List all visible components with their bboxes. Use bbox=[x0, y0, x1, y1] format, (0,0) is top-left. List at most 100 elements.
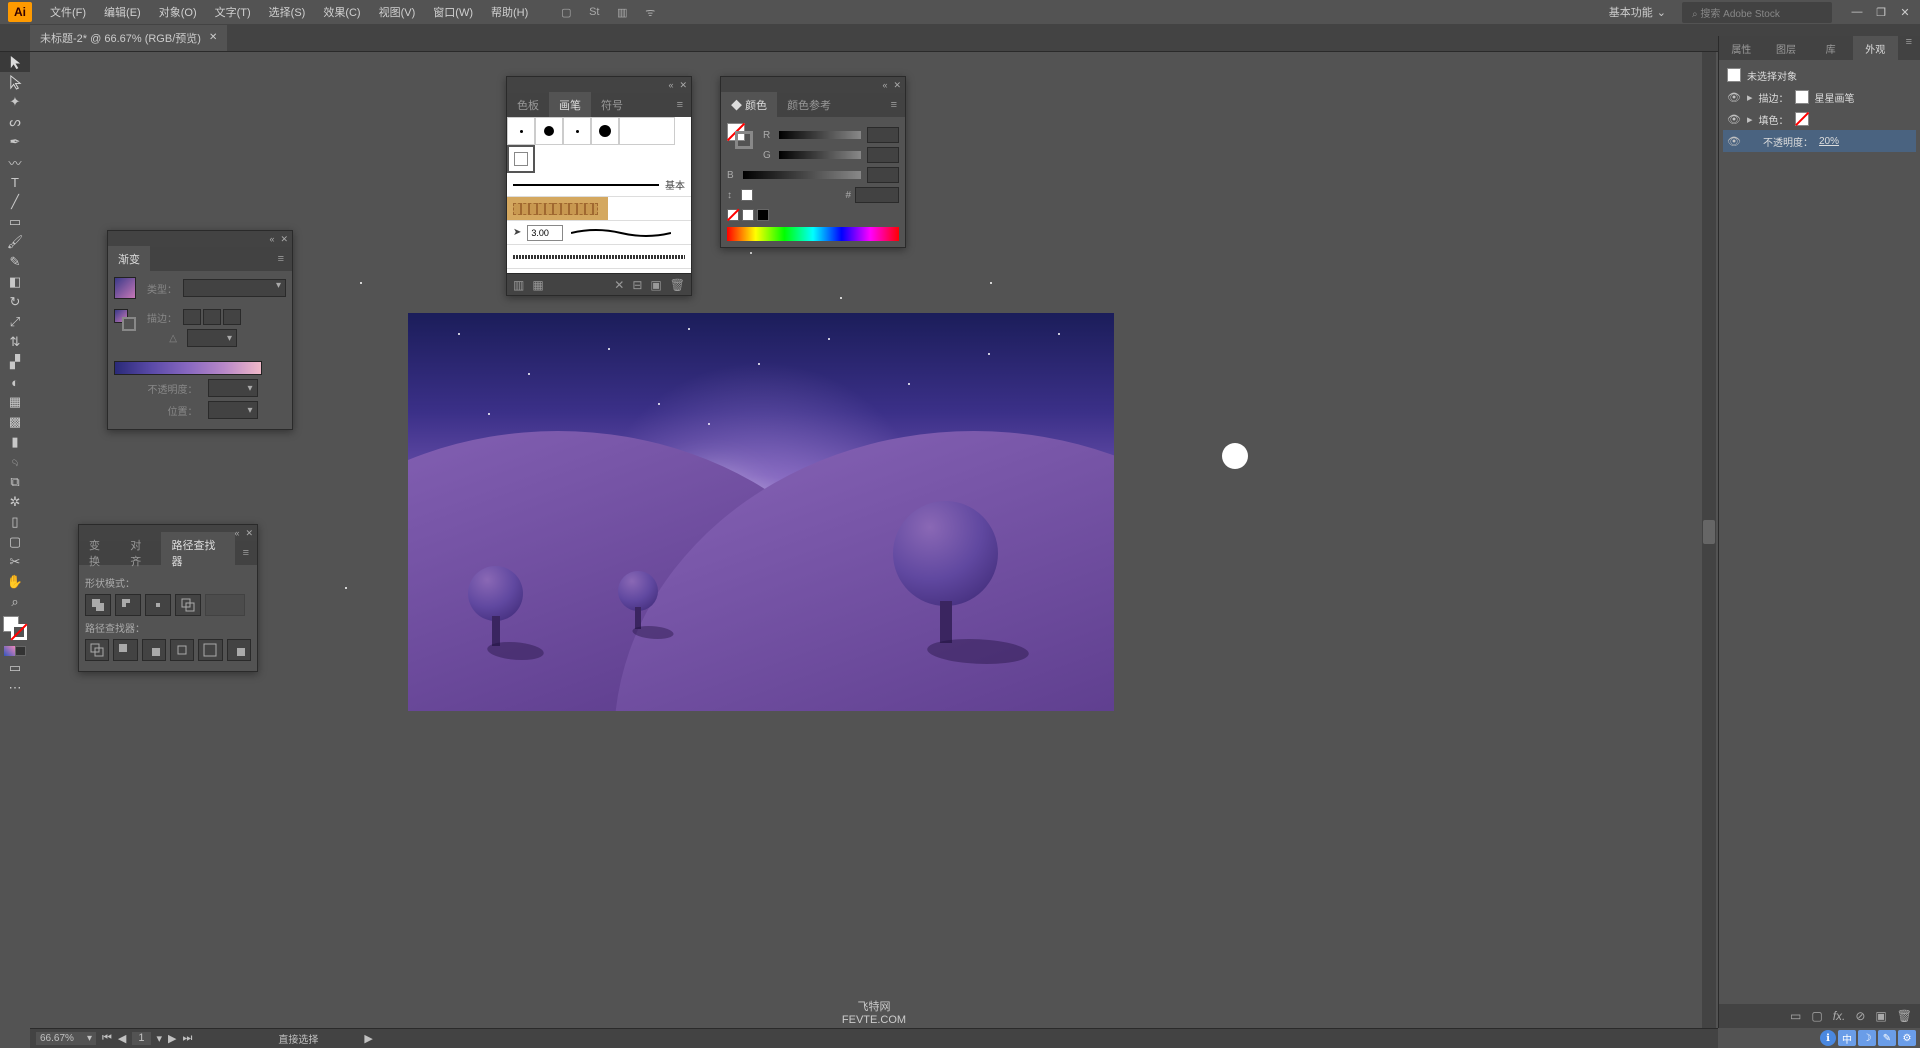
tab-swatches[interactable]: 色板 bbox=[507, 92, 549, 118]
brush-tip[interactable] bbox=[507, 117, 535, 145]
shape-builder-tool[interactable]: ◐ bbox=[0, 372, 30, 392]
collapse-icon[interactable]: « bbox=[234, 528, 239, 538]
tab-properties[interactable]: 属性 bbox=[1719, 36, 1764, 60]
none-swatch[interactable] bbox=[727, 209, 739, 221]
brush-tip[interactable] bbox=[563, 117, 591, 145]
r-slider[interactable] bbox=[779, 131, 861, 139]
divide-button[interactable] bbox=[85, 639, 109, 661]
close-icon[interactable]: ✕ bbox=[245, 528, 253, 539]
spectrum[interactable] bbox=[727, 227, 899, 241]
direct-selection-tool[interactable] bbox=[0, 72, 30, 92]
menu-edit[interactable]: 编辑(E) bbox=[96, 1, 149, 23]
intersect-button[interactable] bbox=[145, 594, 171, 616]
menu-window[interactable]: 窗口(W) bbox=[425, 1, 481, 23]
curvature-tool[interactable]: 〰 bbox=[0, 152, 30, 172]
page-dropdown-icon[interactable]: ▾ bbox=[157, 1032, 163, 1045]
gradient-type-select[interactable]: ▾ bbox=[183, 279, 286, 297]
angle-input[interactable]: ▾ bbox=[187, 329, 237, 347]
delete-icon[interactable]: 🗑 bbox=[1897, 1009, 1912, 1023]
brush-tip-selected[interactable] bbox=[507, 145, 535, 173]
offscreen-circle[interactable] bbox=[1222, 443, 1248, 469]
crop-button[interactable] bbox=[170, 639, 194, 661]
gradient-slider[interactable] bbox=[114, 361, 262, 375]
free-transform-tool[interactable]: ▞ bbox=[0, 352, 30, 372]
tray-icon[interactable]: ℹ bbox=[1820, 1030, 1836, 1046]
g-slider[interactable] bbox=[779, 151, 861, 159]
unite-button[interactable] bbox=[85, 594, 111, 616]
menu-help[interactable]: 帮助(H) bbox=[483, 1, 536, 23]
delete-icon[interactable]: 🗑 bbox=[670, 278, 685, 292]
trim-button[interactable] bbox=[113, 639, 137, 661]
arrange-icon[interactable]: ▥ bbox=[614, 4, 630, 20]
search-input[interactable]: ⌕ 搜索 Adobe Stock bbox=[1682, 2, 1832, 23]
library-icon[interactable]: ▥ bbox=[513, 278, 524, 292]
gradient-preview[interactable] bbox=[114, 277, 136, 299]
zoom-tool[interactable]: ⌕ bbox=[0, 592, 30, 612]
first-page-icon[interactable]: ⏮ bbox=[102, 1032, 112, 1045]
b-value[interactable] bbox=[867, 167, 899, 183]
brush-size-input[interactable] bbox=[527, 225, 563, 241]
tab-pathfinder[interactable]: 路径查找器 bbox=[161, 532, 234, 574]
edit-toolbar-icon[interactable]: ⋯ bbox=[0, 678, 30, 698]
collapse-icon[interactable]: « bbox=[668, 80, 673, 90]
opacity-value[interactable]: 20% bbox=[1819, 136, 1839, 147]
magic-wand-tool[interactable]: ✦ bbox=[0, 92, 30, 112]
minus-back-button[interactable] bbox=[227, 639, 251, 661]
opacity-input[interactable]: ▾ bbox=[208, 379, 258, 397]
screen-mode-tool[interactable]: ▭ bbox=[0, 658, 30, 678]
color-fill-stroke[interactable] bbox=[727, 123, 753, 149]
close-icon[interactable]: ✕ bbox=[679, 80, 687, 91]
page-input[interactable]: 1 bbox=[132, 1032, 150, 1045]
gradient-panel[interactable]: « ✕ 渐变 ≡ 类型： ▾ 描边： bbox=[107, 230, 293, 430]
tab-close-icon[interactable]: ✕ bbox=[209, 32, 217, 43]
clear-icon[interactable]: ⊘ bbox=[1855, 1009, 1865, 1023]
document-tab[interactable]: 未标题-2* @ 66.67% (RGB/预览) ✕ bbox=[30, 25, 227, 51]
tab-layers[interactable]: 图层 bbox=[1764, 36, 1809, 60]
visibility-toggle[interactable]: 👁 bbox=[1727, 90, 1741, 104]
last-page-icon[interactable]: ⏭ bbox=[183, 1032, 193, 1045]
perspective-tool[interactable]: ▦ bbox=[0, 392, 30, 412]
panel-menu-icon[interactable]: ≡ bbox=[669, 99, 691, 111]
collapse-icon[interactable]: « bbox=[269, 234, 274, 244]
stroke-swatch[interactable] bbox=[11, 624, 27, 640]
symbol-sprayer-tool[interactable]: ✲ bbox=[0, 492, 30, 512]
position-input[interactable]: ▾ bbox=[208, 401, 258, 419]
tray-icon[interactable]: ✎ bbox=[1878, 1030, 1896, 1046]
hex-input[interactable] bbox=[855, 187, 899, 203]
lasso-tool[interactable]: ᔕ bbox=[0, 112, 30, 132]
panel-titlebar[interactable]: « ✕ bbox=[507, 77, 691, 93]
tab-appearance[interactable]: 外观 bbox=[1853, 36, 1898, 60]
menu-object[interactable]: 对象(O) bbox=[151, 1, 205, 23]
workspace-switcher[interactable]: 基本功能 ⌄ bbox=[1601, 2, 1674, 22]
pen-tool[interactable]: ✒ bbox=[0, 132, 30, 152]
color-swatch[interactable] bbox=[741, 189, 753, 201]
exclude-button[interactable] bbox=[175, 594, 201, 616]
zoom-select[interactable]: 66.67%▾ bbox=[36, 1032, 96, 1045]
blend-tool[interactable]: ⧉ bbox=[0, 472, 30, 492]
g-value[interactable] bbox=[867, 147, 899, 163]
tab-align[interactable]: 对齐 bbox=[120, 532, 161, 574]
menu-type[interactable]: 文字(T) bbox=[207, 1, 259, 23]
brush-options-icon[interactable]: ⊟ bbox=[632, 278, 642, 292]
duplicate-icon[interactable]: ▣ bbox=[1875, 1009, 1886, 1023]
remove-stroke-icon[interactable]: ✕ bbox=[614, 278, 624, 292]
menu-file[interactable]: 文件(F) bbox=[42, 1, 94, 23]
panel-menu-icon[interactable]: ≡ bbox=[883, 99, 905, 111]
panel-menu-icon[interactable]: ≡ bbox=[235, 547, 257, 559]
collapse-icon[interactable]: « bbox=[882, 80, 887, 90]
brush-tip[interactable] bbox=[535, 117, 563, 145]
brush-tip[interactable] bbox=[591, 117, 619, 145]
minus-front-button[interactable] bbox=[115, 594, 141, 616]
rectangle-tool[interactable]: ▭ bbox=[0, 212, 30, 232]
merge-button[interactable] bbox=[142, 639, 166, 661]
tray-icon[interactable]: ☽ bbox=[1858, 1030, 1876, 1046]
bridge-icon[interactable]: ▢ bbox=[558, 4, 574, 20]
shaper-tool[interactable]: ✎ bbox=[0, 252, 30, 272]
new-fill-icon[interactable]: ▢ bbox=[1811, 1009, 1822, 1023]
prev-page-icon[interactable]: ◀ bbox=[118, 1032, 126, 1045]
tray-ime-icon[interactable]: 中 bbox=[1838, 1030, 1856, 1046]
gradient-tool[interactable]: ▮ bbox=[0, 432, 30, 452]
width-tool[interactable]: ⇅ bbox=[0, 332, 30, 352]
fill-swatch[interactable] bbox=[1795, 112, 1809, 126]
panel-menu-icon[interactable]: ≡ bbox=[1898, 36, 1920, 60]
